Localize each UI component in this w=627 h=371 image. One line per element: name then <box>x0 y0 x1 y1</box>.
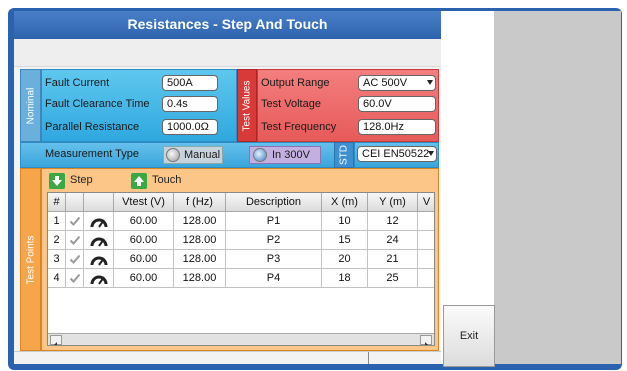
test-voltage-label: Test Voltage <box>261 98 321 110</box>
touch-label: Touch <box>152 174 182 186</box>
description-cell: P3 <box>226 250 322 269</box>
check-icon[interactable] <box>66 231 84 250</box>
chevron-down-icon <box>428 151 434 156</box>
gauge-icon <box>84 231 114 250</box>
column-header[interactable]: # <box>48 193 66 212</box>
column-header[interactable] <box>84 193 114 212</box>
check-icon[interactable] <box>66 212 84 231</box>
column-header[interactable]: V <box>418 193 434 212</box>
row-number: 2 <box>48 231 66 250</box>
radio-checked-icon <box>253 148 267 162</box>
fault-current-label: Fault Current <box>45 77 110 89</box>
gauge-icon <box>84 250 114 269</box>
scroll-left-button[interactable] <box>50 335 62 345</box>
fault-current-field[interactable]: 500A <box>162 75 218 91</box>
v-cell <box>418 231 434 250</box>
measurement-type-label: Measurement Type <box>45 148 139 160</box>
horizontal-scrollbar[interactable] <box>48 333 434 345</box>
y-cell: 12 <box>368 212 418 231</box>
arrow-down-icon <box>49 173 65 189</box>
freq-cell: 128.00 <box>174 212 226 231</box>
row-number: 4 <box>48 269 66 288</box>
vtest-cell: 60.00 <box>114 269 174 288</box>
freq-cell: 128.00 <box>174 269 226 288</box>
description-cell: P4 <box>226 269 322 288</box>
x-cell: 18 <box>322 269 368 288</box>
toolbar <box>14 39 441 67</box>
radio-icon <box>166 148 180 162</box>
freq-cell: 128.00 <box>174 231 226 250</box>
status-divider <box>368 352 369 364</box>
test-points-tab-label: Test Points <box>25 235 36 284</box>
test-voltage-field[interactable]: 60.0V <box>358 96 436 112</box>
fault-clearance-label: Fault Clearance Time <box>45 98 150 110</box>
column-header[interactable]: Vtest (V) <box>114 193 174 212</box>
column-header[interactable]: f (Hz) <box>174 193 226 212</box>
description-cell: P2 <box>226 231 322 250</box>
std-value: CEI EN50522 <box>362 148 430 160</box>
output-range-select[interactable]: AC 500V <box>358 75 436 91</box>
x-cell: 15 <box>322 231 368 250</box>
arrow-up-icon <box>131 173 147 189</box>
v-cell <box>418 212 434 231</box>
check-icon[interactable] <box>66 250 84 269</box>
std-select[interactable]: CEI EN50522 <box>357 146 437 162</box>
v-cell <box>418 269 434 288</box>
gauge-icon <box>84 212 114 231</box>
chevron-down-icon <box>427 80 433 85</box>
check-icon[interactable] <box>66 269 84 288</box>
output-range-value: AC 500V <box>363 77 408 89</box>
step-label: Step <box>70 174 93 186</box>
description-cell: P1 <box>226 212 322 231</box>
window-title: Resistances - Step And Touch <box>14 11 441 39</box>
manual-option-label: Manual <box>184 149 221 161</box>
scroll-right-button[interactable] <box>420 335 432 345</box>
tab-std[interactable]: STD <box>334 142 354 168</box>
parallel-resistance-label: Parallel Resistance <box>45 121 140 133</box>
tab-test-points[interactable]: Test Points <box>20 168 41 351</box>
fault-clearance-field[interactable]: 0.4s <box>162 96 218 112</box>
exit-button[interactable]: Exit <box>443 305 495 367</box>
vtest-cell: 60.00 <box>114 250 174 269</box>
column-header[interactable] <box>66 193 84 212</box>
in300-option-label: In 300V <box>272 149 310 161</box>
freq-cell: 128.00 <box>174 250 226 269</box>
tab-nominal[interactable]: Nominal <box>20 69 41 142</box>
output-range-label: Output Range <box>261 77 330 89</box>
x-cell: 20 <box>322 250 368 269</box>
column-header[interactable]: Y (m) <box>368 193 418 212</box>
y-cell: 24 <box>368 231 418 250</box>
column-header[interactable]: X (m) <box>322 193 368 212</box>
column-header[interactable]: Description <box>226 193 322 212</box>
test-points-table: # Vtest (V) f (Hz) Description X (m) Y (… <box>47 192 435 346</box>
std-tab-label: STD <box>338 145 350 165</box>
test-frequency-field[interactable]: 128.0Hz <box>358 119 436 135</box>
row-number: 3 <box>48 250 66 269</box>
gauge-icon <box>84 269 114 288</box>
y-cell: 25 <box>368 269 418 288</box>
side-panel <box>494 11 621 364</box>
status-bar <box>14 351 441 364</box>
test-frequency-label: Test Frequency <box>261 121 337 133</box>
vtest-cell: 60.00 <box>114 212 174 231</box>
y-cell: 21 <box>368 250 418 269</box>
row-number: 1 <box>48 212 66 231</box>
x-cell: 10 <box>322 212 368 231</box>
parallel-resistance-field[interactable]: 1000.0Ω <box>162 119 218 135</box>
nominal-tab-label: Nominal <box>25 87 36 124</box>
vtest-cell: 60.00 <box>114 231 174 250</box>
measurement-option-manual[interactable]: Manual <box>163 146 223 164</box>
tab-test-values[interactable]: Test Values <box>237 69 257 142</box>
v-cell <box>418 250 434 269</box>
measurement-option-in300[interactable]: In 300V <box>249 146 321 164</box>
test-values-tab-label: Test Values <box>241 80 253 131</box>
step-button[interactable]: Step <box>49 172 121 190</box>
touch-button[interactable]: Touch <box>131 172 203 190</box>
